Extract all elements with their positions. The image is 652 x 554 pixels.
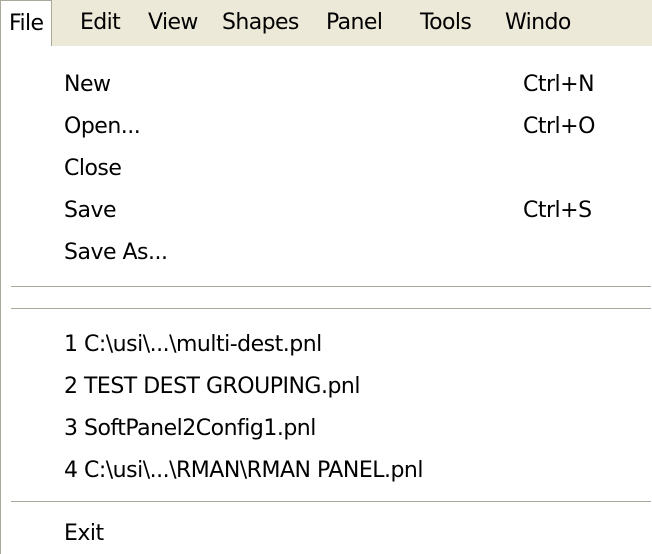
- menu-item-label: Open...: [64, 114, 141, 139]
- menu-item-open[interactable]: Open... Ctrl+O: [1, 107, 652, 147]
- menu-item-new[interactable]: New Ctrl+N: [1, 65, 652, 105]
- menu-item-recent-file-2[interactable]: 2 TEST DEST GROUPING.pnl: [1, 367, 652, 407]
- menu-view[interactable]: View: [140, 0, 206, 46]
- menu-separator: [11, 501, 651, 503]
- menu-item-label: Save As...: [64, 240, 168, 265]
- menu-item-shortcut: Ctrl+N: [523, 72, 595, 97]
- menu-item-label: 4 C:\usi\...\RMAN\RMAN PANEL.pnl: [64, 458, 424, 483]
- menu-item-exit[interactable]: Exit: [1, 514, 652, 554]
- menu-item-label: Close: [64, 156, 122, 181]
- menu-bar: File Edit View Shapes Panel Tools Windo: [0, 0, 652, 47]
- menu-item-shortcut: Ctrl+O: [523, 114, 595, 139]
- menu-item-shortcut: Ctrl+S: [523, 198, 592, 223]
- menu-item-label: 2 TEST DEST GROUPING.pnl: [64, 374, 361, 399]
- menu-item-label: New: [64, 72, 111, 97]
- menu-item-label: 1 C:\usi\...\multi-dest.pnl: [64, 332, 322, 357]
- menu-item-recent-file-4[interactable]: 4 C:\usi\...\RMAN\RMAN PANEL.pnl: [1, 451, 652, 491]
- menu-window[interactable]: Windo: [497, 0, 579, 46]
- menu-item-label: Exit: [64, 521, 104, 546]
- menu-tools[interactable]: Tools: [412, 0, 479, 46]
- menu-edit[interactable]: Edit: [72, 0, 128, 46]
- menu-item-close[interactable]: Close: [1, 149, 652, 189]
- menu-item-recent-file-3[interactable]: 3 SoftPanel2Config1.pnl: [1, 409, 652, 449]
- menu-separator: [11, 286, 651, 288]
- menu-shapes[interactable]: Shapes: [214, 0, 307, 46]
- menu-separator: [11, 308, 651, 310]
- file-menu-dropdown: New Ctrl+N Open... Ctrl+O Close Save Ctr…: [0, 46, 652, 554]
- menu-item-label: 3 SoftPanel2Config1.pnl: [64, 416, 316, 441]
- menu-file[interactable]: File: [0, 0, 53, 46]
- menu-panel[interactable]: Panel: [318, 0, 390, 46]
- menu-item-save[interactable]: Save Ctrl+S: [1, 191, 652, 231]
- menu-item-label: Save: [64, 198, 117, 223]
- menu-item-recent-file-1[interactable]: 1 C:\usi\...\multi-dest.pnl: [1, 325, 652, 365]
- menu-item-save-as[interactable]: Save As...: [1, 233, 652, 273]
